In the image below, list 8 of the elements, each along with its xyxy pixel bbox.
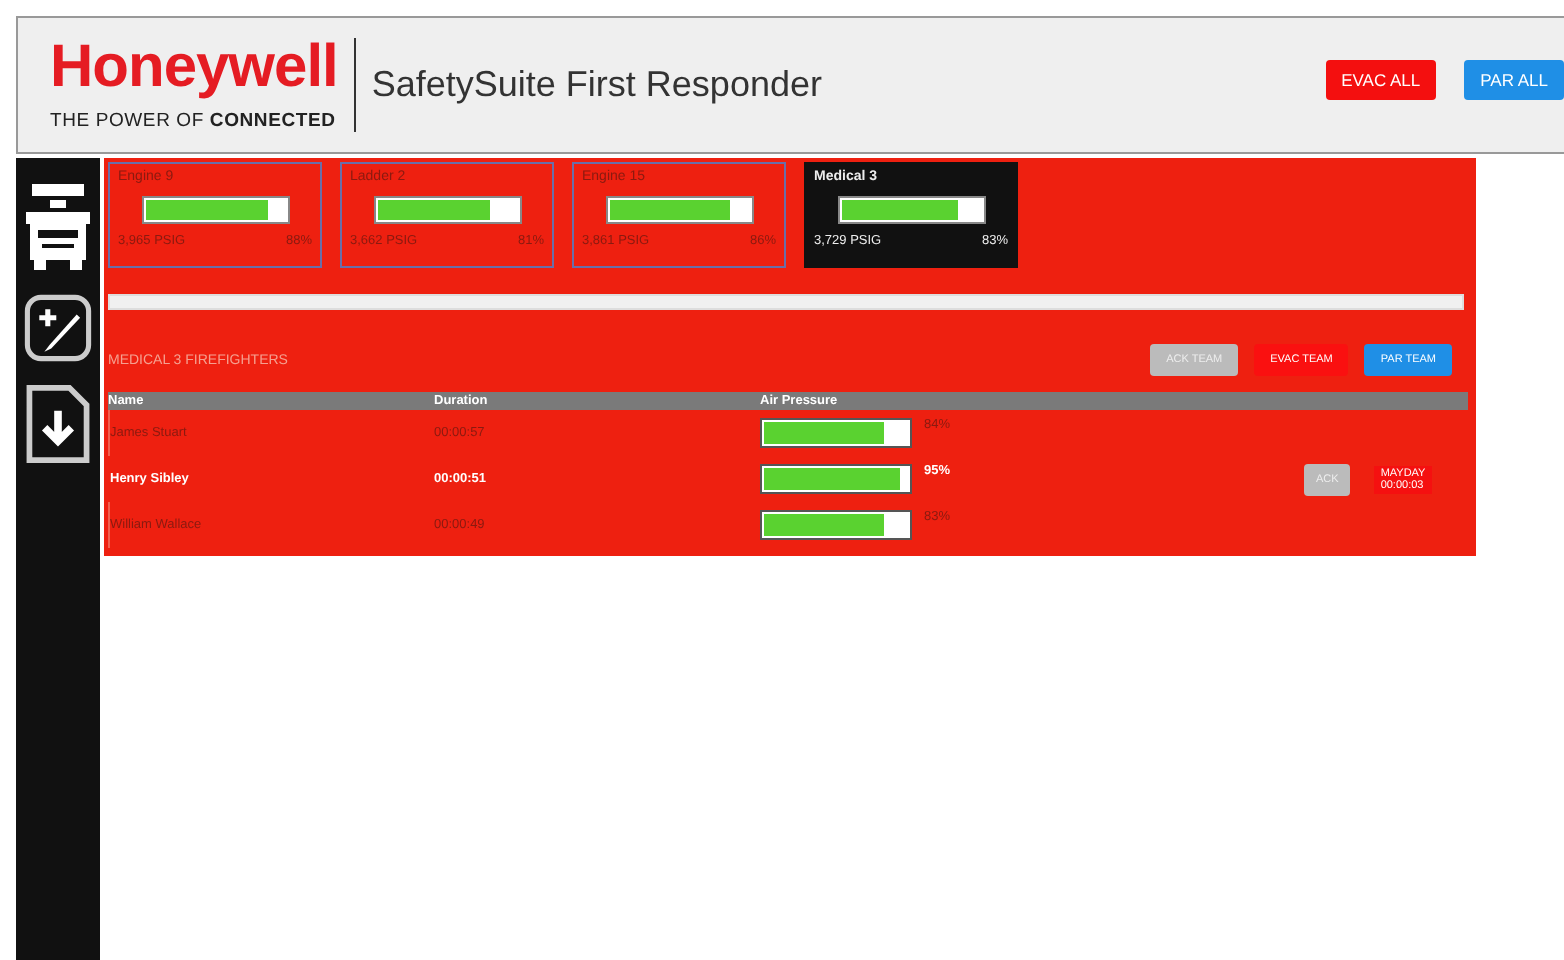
download-file-icon[interactable] bbox=[24, 384, 92, 464]
fire-truck-icon[interactable] bbox=[24, 184, 92, 272]
evac-all-button[interactable]: EVAC ALL bbox=[1325, 59, 1437, 99]
par-all-button[interactable]: PAR ALL bbox=[1464, 59, 1564, 99]
brand-logo: Honeywell bbox=[50, 38, 338, 98]
app-title: SafetySuite First Responder bbox=[371, 64, 824, 106]
horizontal-scrollbar[interactable] bbox=[108, 294, 1464, 310]
tagline: THE POWER OF CONNECTED bbox=[50, 110, 338, 132]
